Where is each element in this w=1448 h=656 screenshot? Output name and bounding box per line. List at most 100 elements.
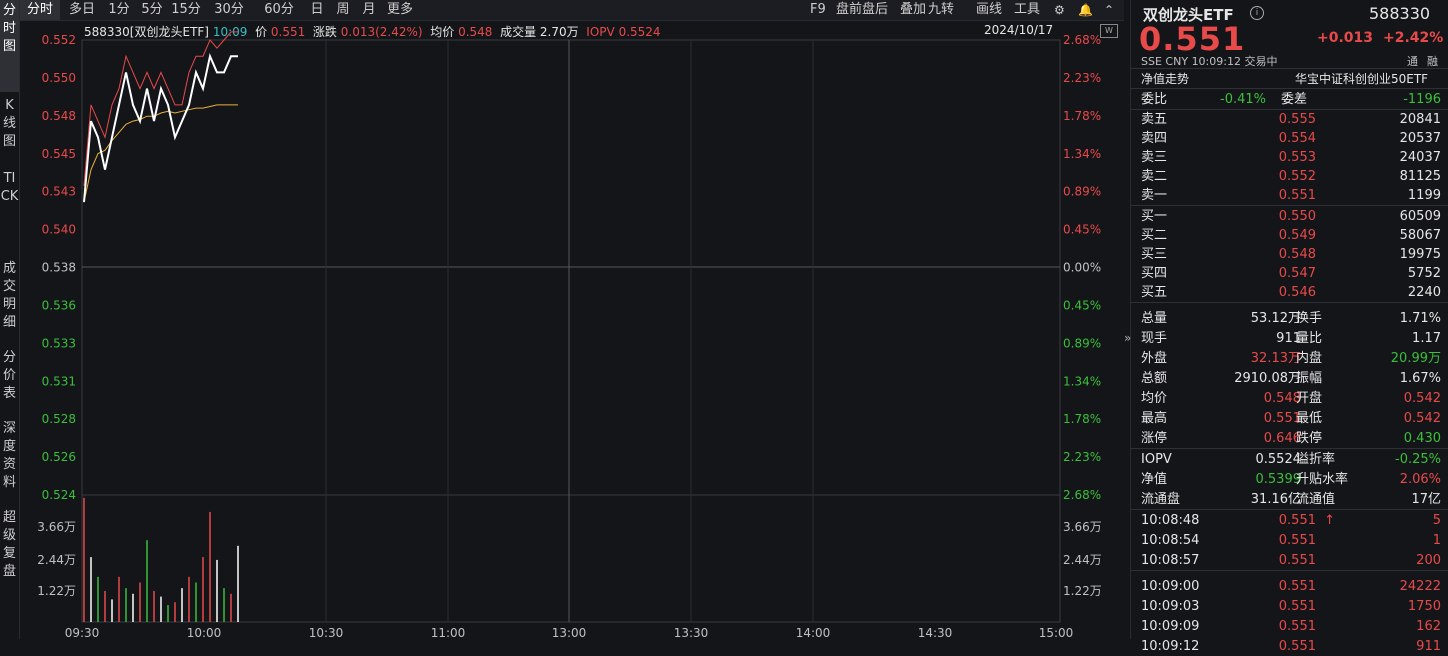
period-tab-3[interactable]: 5分 bbox=[138, 0, 166, 20]
tick-row[interactable]: 10:08:57 0.551 200 bbox=[1141, 551, 1441, 570]
period-tab-7[interactable]: 日 bbox=[306, 0, 328, 20]
tick-volume: 911 bbox=[1416, 639, 1441, 654]
stat-row[interactable]: 涨停 0.646 跌停 0.430 bbox=[1141, 429, 1441, 448]
tick-volume: 1750 bbox=[1407, 599, 1441, 614]
bid-label: 买一 bbox=[1141, 209, 1168, 224]
ask-row[interactable]: 卖四 0.554 20537 bbox=[1141, 129, 1441, 148]
stat-label: 总额 bbox=[1141, 371, 1168, 386]
tick-row[interactable]: 10:08:48 0.551 ↑ 5 bbox=[1141, 511, 1441, 530]
stat-row[interactable]: 总量 53.12万 换手 1.71% bbox=[1141, 309, 1441, 328]
stat-value: 32.13万 bbox=[1250, 351, 1301, 366]
stat-label: 涨停 bbox=[1141, 431, 1168, 446]
ask-row[interactable]: 卖二 0.552 81125 bbox=[1141, 167, 1441, 186]
price-tick-label: 0.550 bbox=[42, 71, 76, 85]
bell-icon[interactable]: 🔔 bbox=[1078, 0, 1093, 20]
toolbar-action-1[interactable]: 盘前盘后 bbox=[836, 0, 888, 20]
left-tab-1[interactable]: K线图 bbox=[0, 95, 19, 162]
etf-stat-value-2: 2.06% bbox=[1399, 472, 1441, 487]
left-tab-4[interactable]: 分价表 bbox=[0, 347, 19, 409]
period-tab-1[interactable]: 多日 bbox=[64, 0, 100, 20]
weibi-label: 委比 bbox=[1141, 92, 1168, 107]
etf-stat-row[interactable]: 流通盘 31.16亿 流通值 17亿 bbox=[1141, 490, 1441, 509]
stat-value-2: 0.542 bbox=[1403, 411, 1441, 426]
etf-stat-label: IOPV bbox=[1141, 452, 1172, 467]
tick-row[interactable]: 10:09:09 0.551 162 bbox=[1141, 617, 1441, 636]
stat-row[interactable]: 现手 911 量比 1.17 bbox=[1141, 329, 1441, 348]
ask-row[interactable]: 卖一 0.551 1199 bbox=[1141, 186, 1441, 205]
bid-row[interactable]: 买五 0.546 2240 bbox=[1141, 283, 1441, 302]
price-tick-label: 0.533 bbox=[42, 336, 76, 350]
tick-price: 0.551 bbox=[1278, 553, 1316, 568]
etf-stat-row[interactable]: 净值 0.5399 升贴水率 2.06% bbox=[1141, 470, 1441, 489]
pct-tick-label: 1.78% bbox=[1063, 109, 1101, 123]
tick-row[interactable]: 10:09:12 0.551 911 bbox=[1141, 637, 1441, 656]
toolbar-action-2[interactable]: 叠加 bbox=[900, 0, 926, 20]
bid-label: 买四 bbox=[1141, 266, 1168, 281]
bid-label: 买五 bbox=[1141, 285, 1168, 300]
toolbar-action-3[interactable]: 九转 bbox=[928, 0, 954, 20]
ask-label: 卖一 bbox=[1141, 188, 1168, 203]
price-tick-label: 0.552 bbox=[42, 33, 76, 47]
weicha-label: 委差 bbox=[1281, 92, 1308, 107]
ask-label: 卖五 bbox=[1141, 112, 1168, 127]
stat-value-2: 1.17 bbox=[1412, 331, 1441, 346]
volume-tick-label-right: 2.44万 bbox=[1063, 553, 1102, 567]
pct-tick-label: 0.00% bbox=[1063, 261, 1101, 275]
time-tick-label: 10:00 bbox=[187, 626, 222, 639]
time-tick-label: 14:00 bbox=[796, 626, 831, 639]
left-tab-6[interactable]: 超级复盘 bbox=[0, 507, 19, 594]
period-tab-2[interactable]: 1分 bbox=[104, 0, 134, 20]
toolbar-action-4[interactable]: 画线 bbox=[976, 0, 1002, 20]
period-tab-5[interactable]: 30分 bbox=[206, 0, 252, 20]
pct-tick-label: 0.45% bbox=[1063, 223, 1101, 237]
intraday-chart[interactable]: 588330[双创龙头ETF] 10:09 价 0.551 涨跌 0.013(2… bbox=[20, 20, 1124, 639]
price-tick-label: 0.545 bbox=[42, 147, 76, 161]
tick-time: 10:09:03 bbox=[1141, 599, 1200, 614]
bid-volume: 5752 bbox=[1407, 266, 1441, 281]
bid-volume: 60509 bbox=[1399, 209, 1441, 224]
stat-row[interactable]: 最高 0.551 最低 0.542 bbox=[1141, 409, 1441, 428]
ask-label: 卖二 bbox=[1141, 169, 1168, 184]
gear-icon[interactable]: ⚙ bbox=[1054, 0, 1065, 20]
volume-tick-label: 1.22万 bbox=[37, 584, 76, 598]
etf-stat-value: 0.5524 bbox=[1255, 452, 1302, 467]
period-tab-0[interactable]: 分时 bbox=[20, 0, 60, 20]
left-tab-3[interactable]: 成交明细 bbox=[0, 258, 19, 340]
stat-row[interactable]: 均价 0.548 开盘 0.542 bbox=[1141, 389, 1441, 408]
stat-value-2: 1.71% bbox=[1399, 311, 1441, 326]
pct-tick-label: 0.89% bbox=[1063, 185, 1101, 199]
ask-row[interactable]: 卖三 0.553 24037 bbox=[1141, 148, 1441, 167]
left-tab-0[interactable]: 分时图 bbox=[0, 0, 19, 92]
nav-trend-link[interactable]: 净值走势 bbox=[1141, 70, 1189, 87]
toolbar-action-5[interactable]: 工具 bbox=[1014, 0, 1040, 20]
stat-value-2: 0.542 bbox=[1403, 391, 1441, 406]
period-tab-8[interactable]: 周 bbox=[332, 0, 354, 20]
index-name[interactable]: 华宝中证科创创业50ETF bbox=[1295, 70, 1428, 87]
quote-panel: 双创龙头ETF i 588330 0.551 +0.013 +2.42% SSE… bbox=[1130, 0, 1448, 654]
info-icon[interactable]: i bbox=[1250, 6, 1264, 20]
chevron-up-icon[interactable]: ⌃ bbox=[1104, 0, 1114, 20]
currency: CNY bbox=[1165, 55, 1189, 68]
double-chevron-right-icon[interactable]: » bbox=[1124, 331, 1131, 345]
left-tab-2[interactable]: TICK bbox=[0, 168, 19, 250]
toolbar-action-0[interactable]: F9 bbox=[810, 0, 826, 20]
weibi-row[interactable]: 委比 -0.41% 委差 -1196 bbox=[1141, 90, 1441, 109]
bid-row[interactable]: 买二 0.549 58067 bbox=[1141, 226, 1441, 245]
tick-price: 0.551 bbox=[1278, 639, 1316, 654]
period-tab-6[interactable]: 60分 bbox=[256, 0, 302, 20]
period-tab-10[interactable]: 更多 bbox=[384, 0, 416, 20]
bid-row[interactable]: 买三 0.548 19975 bbox=[1141, 245, 1441, 264]
period-tab-4[interactable]: 15分 bbox=[170, 0, 202, 20]
stat-row[interactable]: 总额 2910.08万 振幅 1.67% bbox=[1141, 369, 1441, 388]
stat-row[interactable]: 外盘 32.13万 内盘 20.99万 bbox=[1141, 349, 1441, 368]
etf-stat-row[interactable]: IOPV 0.5524 溢折率 -0.25% bbox=[1141, 450, 1441, 469]
tick-row[interactable]: 10:09:00 0.551 24222 bbox=[1141, 577, 1441, 596]
stat-label-2: 振幅 bbox=[1296, 371, 1323, 386]
period-tab-9[interactable]: 月 bbox=[358, 0, 380, 20]
ask-row[interactable]: 卖五 0.555 20841 bbox=[1141, 110, 1441, 129]
left-tab-5[interactable]: 深度资料 bbox=[0, 418, 19, 500]
tick-row[interactable]: 10:08:54 0.551 1 bbox=[1141, 531, 1441, 550]
bid-row[interactable]: 买四 0.547 5752 bbox=[1141, 264, 1441, 283]
tick-row[interactable]: 10:09:03 0.551 1750 bbox=[1141, 597, 1441, 616]
bid-row[interactable]: 买一 0.550 60509 bbox=[1141, 207, 1441, 226]
